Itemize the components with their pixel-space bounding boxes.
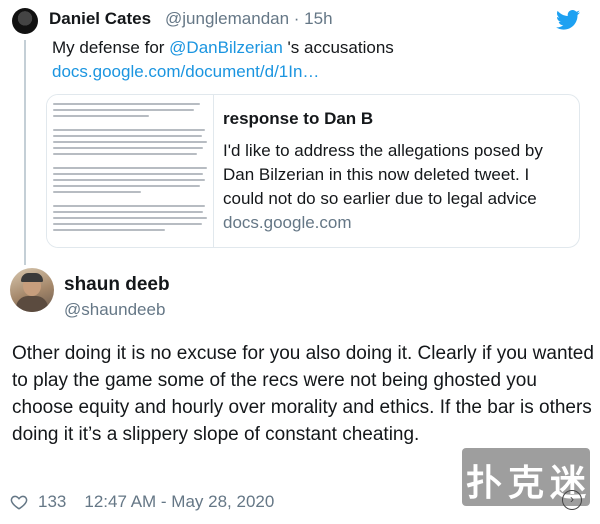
tweet-text: Other doing it is no excuse for you also…: [12, 343, 594, 445]
quoted-author-name[interactable]: Daniel Cates: [49, 9, 151, 29]
heart-icon[interactable]: [10, 493, 28, 511]
card-domain: docs.google.com: [223, 213, 352, 232]
chevron-icon[interactable]: ›: [562, 490, 582, 510]
quoted-tweet-text: My defense for @DanBilzerian 's accusati…: [52, 36, 394, 60]
document-link[interactable]: docs.google.com/document/d/1In…: [52, 60, 319, 84]
author-avatar[interactable]: [10, 268, 54, 312]
mention-link[interactable]: @DanBilzerian: [169, 38, 283, 57]
quoted-text-prefix: My defense for: [52, 38, 170, 57]
card-description: I'd like to address the allegations pose…: [223, 141, 543, 208]
author-handle[interactable]: @shaundeeb: [64, 300, 165, 320]
quoted-author-avatar[interactable]: [12, 8, 38, 34]
thread-line: [24, 40, 26, 265]
watermark-char: 扑: [465, 463, 502, 504]
quoted-author-handle: @junglemandan · 15h: [165, 9, 333, 28]
link-card[interactable]: response to Dan B I'd like to address th…: [46, 94, 580, 248]
tweet-footer: 133 12:47 AM - May 28, 2020: [10, 491, 274, 513]
quoted-tweet[interactable]: Daniel Cates @junglemandan · 15h My defe…: [0, 0, 600, 265]
card-title: response to Dan B: [223, 109, 374, 128]
tweet-timestamp[interactable]: 12:47 AM - May 28, 2020: [84, 492, 274, 512]
watermark-char: 克: [507, 463, 544, 504]
document-text-lines: [53, 99, 213, 231]
twitter-bird-icon: [556, 10, 580, 30]
document-thumbnail: [47, 95, 214, 247]
author-name[interactable]: shaun deeb: [64, 274, 170, 296]
quoted-text-suffix: 's accusations: [282, 38, 394, 57]
like-count[interactable]: 133: [38, 492, 66, 512]
